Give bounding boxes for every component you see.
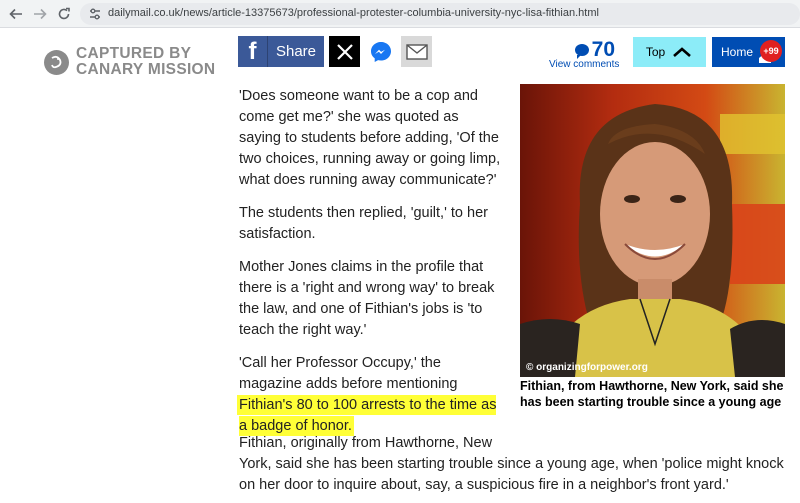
highlighted-text: Fithian's 80 to 100 arrests to the time …: [239, 397, 497, 434]
forward-button[interactable]: [30, 4, 50, 24]
comment-bubble-icon: [574, 44, 589, 59]
view-comments-label: View comments: [549, 59, 620, 70]
canary-logo-icon: [44, 49, 69, 75]
reload-icon: [58, 7, 70, 20]
watermark-line1: CAPTURED BY: [76, 45, 192, 62]
notification-badge: +99: [760, 40, 782, 62]
view-comments-link[interactable]: 70 View comments: [547, 38, 619, 70]
arrow-right-icon: [34, 8, 47, 20]
reload-button[interactable]: [54, 4, 74, 24]
share-bar: f Share: [238, 36, 432, 67]
browser-toolbar: dailymail.co.uk/news/article-13375673/pr…: [0, 0, 800, 28]
home-button[interactable]: Home +99: [712, 37, 785, 67]
x-icon: [336, 43, 353, 60]
paragraph-text: York, said she has been starting trouble…: [239, 456, 784, 493]
arrow-left-icon: [9, 8, 22, 20]
facebook-share-button[interactable]: f Share: [238, 36, 324, 67]
messenger-icon: [370, 41, 391, 62]
url-text[interactable]: dailymail.co.uk/news/article-13375673/pr…: [108, 7, 599, 19]
photo-credit: © organizingforpower.org: [526, 362, 648, 373]
watermark-line2: CANARY MISSION: [76, 61, 216, 78]
article-paragraph: Mother Jones claims in the profile that …: [239, 259, 495, 338]
article-paragraph: The students then replied, 'guilt,' to h…: [239, 205, 488, 242]
paragraph-line: Fithian, originally from Hawthorne, New: [239, 435, 493, 451]
article-photo[interactable]: © organizingforpower.org: [520, 84, 785, 377]
article-paragraph: 'Call her Professor Occupy,' the magazin…: [239, 353, 504, 437]
top-button[interactable]: Top: [633, 37, 706, 67]
address-bar[interactable]: dailymail.co.uk/news/article-13375673/pr…: [80, 3, 800, 25]
article-body: 'Does someone want to be a cop and come …: [239, 86, 504, 449]
photo-caption: Fithian, from Hawthorne, New York, said …: [520, 379, 784, 409]
email-share-button[interactable]: [401, 36, 432, 67]
top-label: Top: [645, 45, 666, 59]
article-paragraph: Fithian, originally from Hawthorne, New …: [239, 433, 789, 496]
chevron-up-icon: [673, 47, 692, 57]
x-share-button[interactable]: [329, 36, 360, 67]
article-paragraph: 'Does someone want to be a cop and come …: [239, 88, 501, 188]
facebook-share-label: Share: [275, 43, 317, 60]
portrait-illustration: [520, 84, 785, 377]
mail-icon: [405, 43, 428, 60]
back-button[interactable]: [6, 4, 26, 24]
canary-mission-watermark: CAPTURED BY CANARY MISSION: [44, 46, 215, 78]
paragraph-text: 'Call her Professor Occupy,' the magazin…: [239, 355, 458, 392]
facebook-icon: f: [238, 36, 268, 67]
messenger-share-button[interactable]: [365, 36, 396, 67]
home-label: Home: [721, 45, 754, 59]
site-settings-icon[interactable]: [88, 7, 102, 21]
